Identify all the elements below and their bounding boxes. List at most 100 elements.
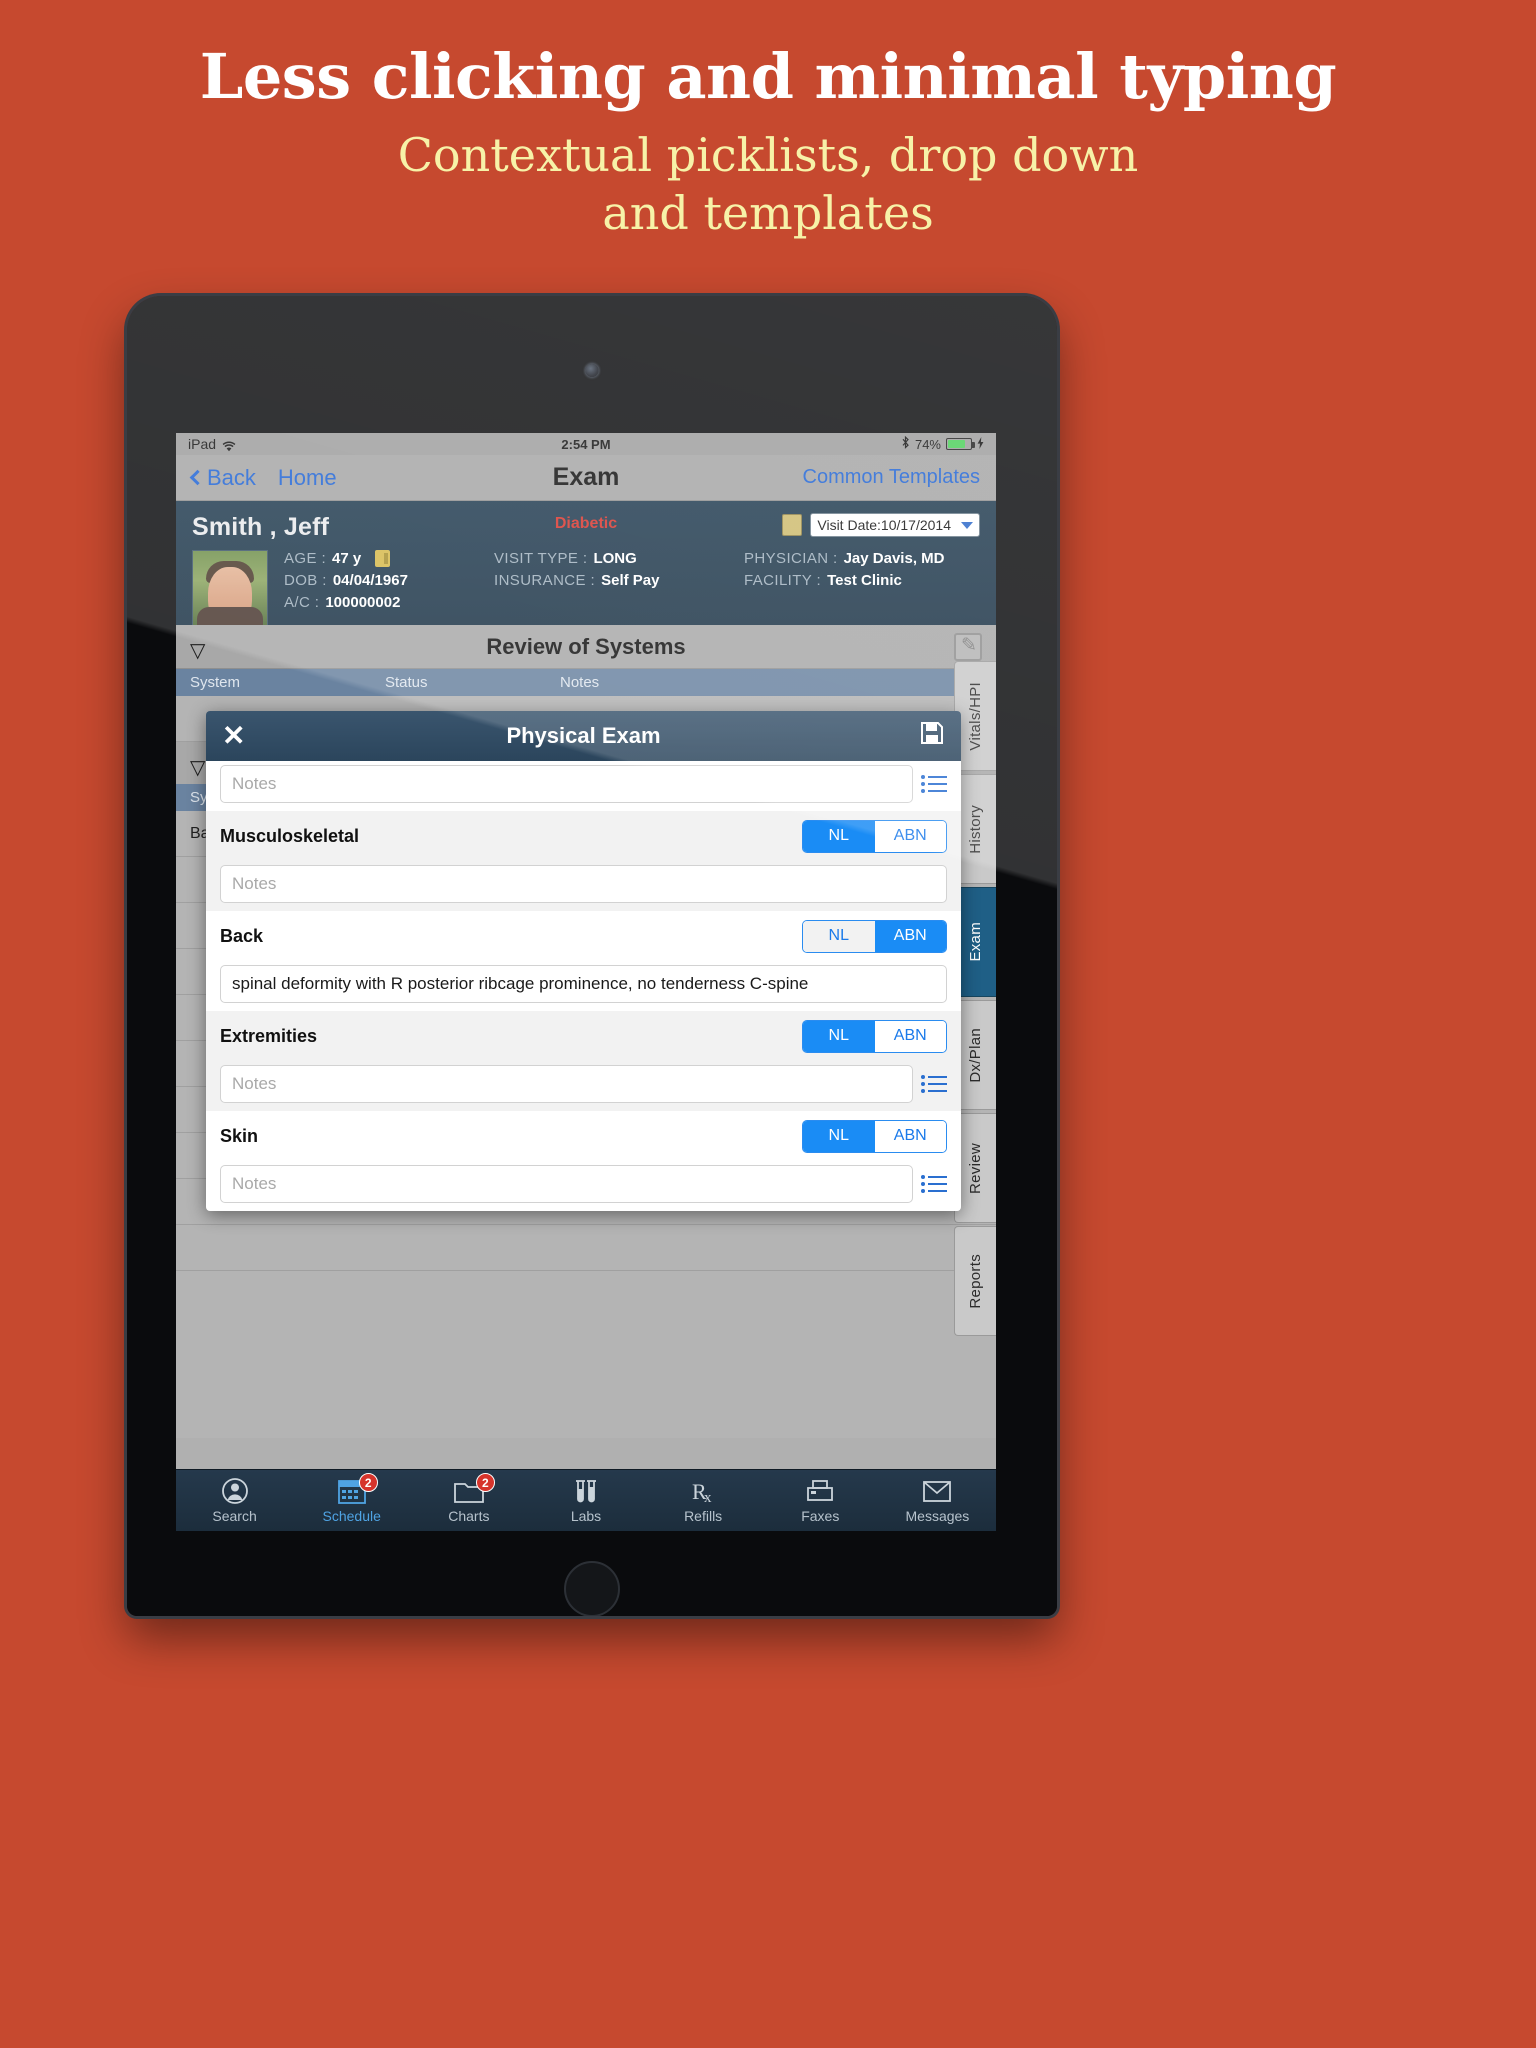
save-disk-icon[interactable] [919,720,945,753]
app-nav-bar: Back Home Exam Common Templates [176,455,996,501]
toggle-option-abn[interactable]: ABN [874,820,946,852]
tab-label: Faxes [801,1508,840,1524]
avatar-shirt [197,607,263,625]
nl-abn-toggle[interactable]: NL ABN [802,819,947,853]
calendar-icon: 2 [337,1473,378,1505]
patient-field-dob: DOB : 04/04/1967 [284,572,494,589]
exam-note-row: spinal deformity with R posterior ribcag… [206,961,961,1011]
triangle-down-icon[interactable] [190,638,208,663]
exam-note-row: Notes [206,761,961,811]
notification-badge: 2 [358,1473,378,1492]
home-button-hardware[interactable] [564,1561,620,1616]
ios-status-bar: iPad 2:54 PM 74% [176,433,996,455]
tab-label: Refills [684,1508,723,1524]
toggle-option-nl[interactable]: NL [803,820,875,852]
tab-label: Search [212,1508,257,1524]
notes-input[interactable]: Notes [220,865,947,903]
notes-input[interactable]: Notes [220,1065,913,1103]
toggle-option-abn[interactable]: ABN [874,1020,946,1052]
close-x-icon[interactable]: ✕ [222,722,245,750]
picklist-icon[interactable] [921,1171,947,1197]
exam-note-row: Notes [206,1161,961,1211]
picklist-icon[interactable] [921,771,947,797]
tab-labs[interactable]: Labs [527,1477,644,1524]
side-tab-label: Vitals/HPI [967,681,984,751]
exam-row-label: Musculoskeletal [220,825,360,846]
back-button[interactable]: Back [189,464,256,491]
tab-refills[interactable]: Rx Refills [645,1477,762,1524]
chevron-left-icon [189,469,206,486]
back-button-label: Back [207,464,256,490]
visit-date-select[interactable]: Visit Date:10/17/2014 [810,513,980,537]
patient-field-insurance: INSURANCE : Self Pay [494,572,744,589]
envelope-icon [922,1477,952,1505]
tab-search[interactable]: Search [176,1477,293,1524]
facility-value: Test Clinic [827,572,902,589]
toggle-option-abn[interactable]: ABN [874,1120,946,1152]
patient-visit-info: VISIT TYPE : LONG INSURANCE : Self Pay [494,550,744,626]
device-bezel: iPad 2:54 PM 74% Back Home Exam Common T… [127,296,1057,1616]
toggle-option-nl[interactable]: NL [803,920,875,952]
notes-input[interactable]: Notes [220,765,913,803]
tab-messages[interactable]: Messages [879,1477,996,1524]
facility-label: FACILITY : [744,572,822,589]
patient-avatar[interactable] [192,550,268,626]
patient-demographics: AGE : 47 y DOB : 04/04/1967 A/C : 100000… [284,550,494,626]
person-circle-icon [220,1477,250,1505]
review-of-systems-header[interactable]: Review of Systems [176,625,996,669]
battery-icon [946,438,975,450]
modal-header: ✕ Physical Exam [206,711,961,761]
nl-abn-toggle[interactable]: NL ABN [802,919,947,953]
page-title: Exam [552,463,620,491]
notes-input[interactable]: Notes [220,1165,913,1203]
patient-provider-info: PHYSICIAN : Jay Davis, MD FACILITY : Tes… [744,550,980,626]
exam-row-extremities: Extremities NL ABN [206,1011,961,1061]
ros-column-header: System Status Notes [176,669,996,696]
nl-abn-toggle[interactable]: NL ABN [802,1119,947,1153]
patient-banner: Smith , Jeff Diabetic Visit Date:10/17/2… [176,501,996,626]
svg-text:x: x [704,1490,712,1504]
picklist-icon[interactable] [921,1071,947,1097]
nl-abn-toggle[interactable]: NL ABN [802,1019,947,1053]
physician-value: Jay Davis, MD [843,550,945,567]
status-right: 74% [901,435,984,452]
side-tab-label: History [967,804,984,854]
patient-field-visit-type: VISIT TYPE : LONG [494,550,744,567]
notes-input[interactable]: spinal deformity with R posterior ribcag… [220,965,947,1003]
bottom-tab-bar: Search 2 Schedule 2 Charts Labs Rx Refills Faxes… [176,1469,996,1531]
tab-label: Charts [448,1508,490,1524]
chart-flag-icon[interactable] [375,550,391,567]
age-value: 47 y [332,550,362,567]
table-row[interactable] [176,1225,996,1271]
toggle-option-abn[interactable]: ABN [874,920,946,952]
notification-badge: 2 [475,1473,495,1492]
home-button[interactable]: Home [278,465,337,491]
promo-subheadline-line2: and templates [602,185,934,240]
age-label: AGE : [284,550,327,567]
common-templates-button[interactable]: Common Templates [803,466,980,489]
patient-field-facility: FACILITY : Test Clinic [744,572,980,589]
side-tab-reports[interactable]: Reports [954,1226,996,1336]
column-status: Status [385,674,428,691]
toggle-option-nl[interactable]: NL [803,1020,875,1052]
promo-subheadline: Contextual picklists, drop down and temp… [0,127,1536,242]
promo-subheadline-line1: Contextual picklists, drop down [397,128,1139,183]
status-time: 2:54 PM [561,436,611,452]
promo-banner: Less clicking and minimal typing Context… [0,0,1536,242]
toggle-option-nl[interactable]: NL [803,1120,875,1152]
tab-faxes[interactable]: Faxes [762,1477,879,1524]
visit-date-value: Visit Date:10/17/2014 [817,517,951,533]
tab-schedule[interactable]: 2 Schedule [293,1473,410,1524]
side-tab-label: Review [967,1142,984,1194]
bluetooth-icon [901,435,910,452]
visit-type-value: LONG [593,550,637,567]
patient-details: AGE : 47 y DOB : 04/04/1967 A/C : 100000… [192,550,980,626]
exam-row-back: Back NL ABN [206,911,961,961]
tab-charts[interactable]: 2 Charts [410,1473,527,1524]
dob-label: DOB : [284,572,327,589]
status-left: iPad [188,436,236,452]
wifi-icon [222,439,236,451]
patient-condition-flag: Diabetic [554,515,618,532]
edit-pencil-icon[interactable] [954,632,982,661]
folder-icon: 2 [453,1473,495,1505]
